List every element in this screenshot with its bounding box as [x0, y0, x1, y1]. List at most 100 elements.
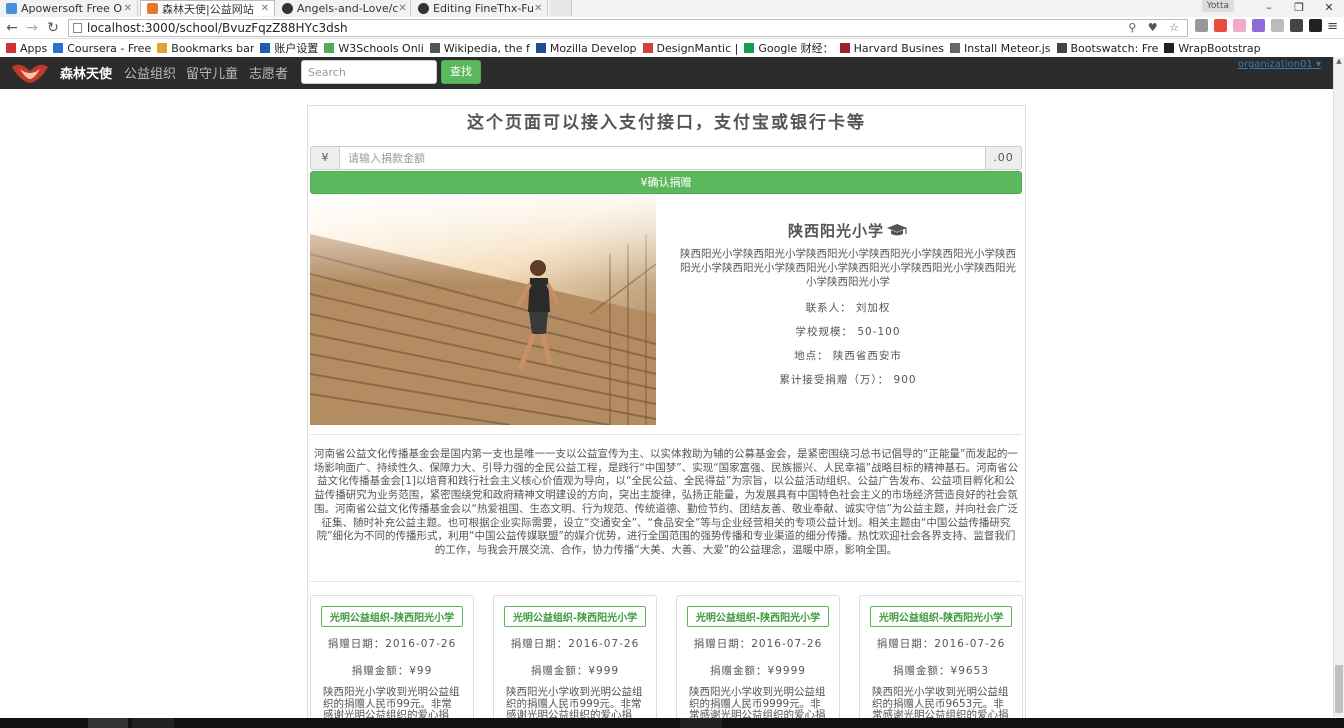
bookmark-item[interactable]: Google 财经：	[744, 40, 834, 56]
decimal-addon: .00	[986, 146, 1022, 170]
close-window-icon[interactable]: ✕	[1314, 0, 1344, 16]
divider	[310, 581, 1022, 582]
browser-tab-4[interactable]: Editing FineThx-Fu ✕	[412, 0, 548, 16]
notification-extension-icon[interactable]	[1309, 19, 1322, 32]
hand-extension-icon[interactable]	[1233, 19, 1246, 32]
dark-extension-icon[interactable]	[1290, 19, 1303, 32]
page-title: 这个页面可以接入支付接口，支付宝或银行卡等	[467, 113, 866, 133]
donation-date: 捐赠日期：2016-07-26	[327, 638, 457, 650]
bookmark-item[interactable]: Mozilla Develop	[535, 42, 637, 55]
bookmark-item[interactable]: Coursera - Free	[53, 42, 151, 55]
bookmark-item[interactable]: Bookmarks bar	[157, 42, 254, 55]
bookmark-favicon-icon	[744, 43, 755, 53]
scroll-up-icon[interactable]: ▲	[1334, 57, 1344, 67]
browser-tab-1[interactable]: Apowersoft Free O ✕	[0, 0, 138, 16]
close-icon[interactable]: ✕	[124, 3, 132, 14]
school-photo	[310, 194, 656, 425]
bookmark-label: Google 财经：	[758, 42, 834, 55]
bookmark-item[interactable]: Apps	[6, 42, 47, 55]
bookmark-label: W3Schools Onli	[338, 41, 424, 55]
search-button[interactable]: 查找	[441, 60, 481, 84]
school-name-text: 陕西阳光小学	[787, 222, 884, 240]
school-total-received: 累计接受捐赠（万）： 900	[779, 374, 917, 386]
back-icon[interactable]: ←	[3, 19, 21, 37]
donation-tag[interactable]: 光明公益组织-陕西阳光小学	[320, 606, 464, 627]
purple-extension-icon[interactable]	[1252, 19, 1265, 32]
nav-link-left-behind-children[interactable]: 留守儿童	[186, 63, 238, 82]
close-icon[interactable]: ✕	[534, 3, 542, 14]
apowersoft-favicon-icon	[6, 2, 17, 14]
minimize-icon[interactable]: –	[1254, 0, 1284, 16]
new-tab-button[interactable]	[550, 0, 572, 16]
donation-amount-input[interactable]	[339, 146, 986, 170]
taskbar-app[interactable]	[680, 718, 722, 728]
nav-link-volunteers[interactable]: 志愿者	[249, 63, 288, 82]
angel-logo-icon[interactable]	[10, 59, 50, 85]
taskbar-app[interactable]	[88, 718, 128, 728]
bookmark-favicon-icon	[429, 43, 440, 53]
profile-badge[interactable]: Yotta	[1201, 0, 1234, 12]
page-scrollbar[interactable]: ▲	[1333, 57, 1344, 717]
school-panel: 这个页面可以接入支付接口，支付宝或银行卡等 ¥ .00 ¥确认捐赠	[307, 105, 1026, 725]
browser-tab-3[interactable]: Angels-and-Love/c ✕	[276, 0, 411, 16]
close-icon[interactable]: ✕	[261, 3, 269, 14]
donation-amount: 捐赠金额：¥9999	[710, 665, 806, 677]
bookmark-item[interactable]: Wikipedia, the f	[429, 41, 530, 55]
brand-name[interactable]: 森林天使	[60, 63, 112, 82]
foundation-intro: 河南省公益文化传播基金会是国内第一支也是唯一一支以公益宣传为主、以实体救助为辅的…	[313, 448, 1019, 556]
github-icon	[418, 2, 429, 14]
bookmark-favicon-icon	[260, 43, 271, 53]
bookmark-label: Wikipedia, the f	[443, 41, 530, 55]
scroll-thumb[interactable]	[1335, 665, 1343, 713]
nav-link-organizations[interactable]: 公益组织	[124, 63, 176, 82]
site-navbar: 森林天使 公益组织 留守儿童 志愿者 查找 organization01 ▾	[0, 57, 1333, 89]
tab-title: Editing FineThx-Fu	[433, 1, 534, 15]
bookmark-item[interactable]: 账户设置	[260, 40, 318, 56]
bookmark-favicon-icon	[53, 43, 64, 53]
bookmark-favicon-icon	[535, 43, 546, 53]
forward-icon[interactable]: →	[23, 19, 41, 37]
page-icon	[73, 23, 82, 33]
school-contact: 联系人： 刘加权	[805, 302, 891, 314]
bookmark-item[interactable]: Install Meteor.js	[950, 41, 1051, 55]
browser-tab-2[interactable]: 森林天使|公益网站 ✕	[140, 0, 275, 16]
confirm-donation-button[interactable]: ¥确认捐赠	[310, 171, 1022, 194]
donation-card: 光明公益组织-陕西阳光小学 捐赠日期：2016-07-26 捐赠金额：¥9653…	[859, 595, 1023, 725]
close-icon[interactable]: ✕	[398, 3, 406, 14]
bookmark-item[interactable]: W3Schools Onli	[324, 41, 424, 55]
donation-tag[interactable]: 光明公益组织-陕西阳光小学	[503, 606, 647, 627]
search-input[interactable]	[301, 60, 437, 84]
donation-date: 捐赠日期：2016-07-26	[693, 638, 823, 650]
omnibox-actions[interactable]: ⚲ ♥ ☆	[1128, 20, 1183, 36]
school-info: 陕西阳光小学 陕西阳光小学陕西阳光小学陕西阳光小学陕西阳光小学陕西阳光小学陕西阳…	[675, 194, 1021, 387]
office-extension-icon[interactable]	[1214, 19, 1227, 32]
browser-toolbar: ← → ↻ localhost:3000/school/BvuzFqzZ88HY…	[0, 17, 1344, 39]
school-location: 地点： 陕西省西安市	[794, 350, 902, 362]
donation-tag[interactable]: 光明公益组织-陕西阳光小学	[869, 606, 1013, 627]
bookmark-favicon-icon	[1056, 43, 1067, 53]
apps-grid-icon	[6, 43, 16, 53]
user-menu-link[interactable]: organization01 ▾	[1238, 59, 1321, 70]
extension-icons	[1195, 19, 1322, 32]
currency-addon: ¥	[310, 146, 339, 170]
angular-extension-icon[interactable]	[1271, 19, 1284, 32]
address-bar[interactable]: localhost:3000/school/BvuzFqzZ88HYc3dsh …	[68, 19, 1188, 37]
school-description: 陕西阳光小学陕西阳光小学陕西阳光小学陕西阳光小学陕西阳光小学陕西阳光小学陕西阳光…	[680, 248, 1016, 288]
github-icon	[282, 2, 293, 14]
donation-tag[interactable]: 光明公益组织-陕西阳光小学	[686, 606, 830, 627]
tab-title: Apowersoft Free O	[21, 1, 122, 15]
bookmark-label: 账户设置	[274, 42, 319, 55]
bookmark-item[interactable]: DesignMantic |	[642, 41, 739, 55]
reload-icon[interactable]: ↻	[44, 19, 62, 37]
bookmark-item[interactable]: Bootswatch: Fre	[1056, 42, 1158, 55]
taskbar-app[interactable]	[132, 718, 174, 728]
bookmark-label: Install Meteor.js	[964, 41, 1051, 55]
bookmark-label: DesignMantic |	[656, 41, 739, 55]
bookmark-item[interactable]: Harvard Busines	[839, 42, 944, 55]
restore-icon[interactable]: ❐	[1284, 0, 1314, 16]
menu-icon[interactable]: ≡	[1327, 19, 1338, 34]
cloud-extension-icon[interactable]	[1195, 19, 1208, 32]
donation-card: 光明公益组织-陕西阳光小学 捐赠日期：2016-07-26 捐赠金额：¥99 陕…	[310, 595, 474, 725]
graduation-cap-icon	[887, 224, 907, 236]
bookmark-item[interactable]: WrapBootstrap	[1164, 42, 1261, 55]
